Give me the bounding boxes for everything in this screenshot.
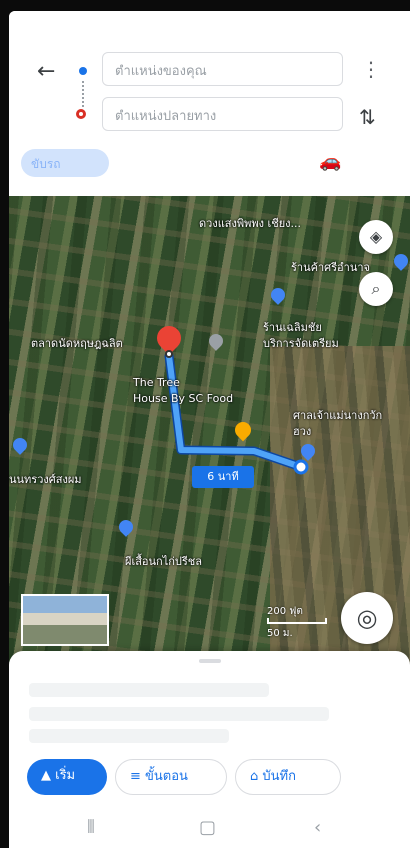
street-view-thumbnail[interactable] [21,594,109,646]
swap-vert-icon[interactable]: ⇅ [359,105,376,129]
back-arrow-icon[interactable]: ← [37,59,55,84]
route-path [166,353,304,470]
summary-line-1 [29,683,269,697]
route-origin-marker [293,459,309,475]
map-label-top[interactable]: ดวงแสงพิพพง เชียง... [199,214,301,232]
car-icon[interactable]: 🚗 [319,151,341,172]
route-connector [82,81,86,107]
summary-line-3 [29,729,229,743]
save-button[interactable]: ⌂ บันทึก [235,759,341,795]
origin-dot-icon [79,67,87,75]
my-location-icon[interactable]: ◎ [341,592,393,644]
home-icon[interactable]: ▢ [199,817,216,838]
start-button[interactable]: ▲ เริ่ม [27,759,107,795]
map-label-bottom-place[interactable]: ผีเสื้อนกไก่ปรีชล [125,552,202,570]
map-label-tree-house-2[interactable]: House By SC Food [133,392,233,405]
map-label-right-place-2[interactable]: ฮวง [293,422,311,440]
map-label-mid-left[interactable]: นนทรวงศ์สงผม [9,470,82,488]
layers-icon[interactable]: ◈ [359,220,393,254]
travel-mode-row: ขับรถ 🚗 [9,141,410,185]
scale-label-top: 200 ฟุต [267,606,303,617]
steps-button[interactable]: ≡ ขั้นตอน [115,759,227,795]
destination-field[interactable]: ตำแหน่งปลายทาง [102,97,343,131]
satellite-map[interactable]: ดวงแสงพิพพง เชียง... ร้านค้าศรีอำนาจ ร้า… [9,196,410,668]
sheet-drag-handle[interactable] [199,659,221,663]
route-header: ← ตำแหน่งของคุณ ตำแหน่งปลายทาง ⋮ ⇅ ขับรถ… [9,11,410,196]
back-icon[interactable]: ‹ [314,817,321,838]
map-label-restaurant-2[interactable]: บริการจัดเตรียม [263,334,339,352]
summary-line-2 [29,707,329,721]
scale-label-bottom: 50 ม. [267,628,293,639]
map-label-left-place[interactable]: ตลาดนัดหฤษฎฉลิต [31,334,123,352]
scale-bar [267,618,327,624]
route-duration-label[interactable]: 6 นาที [192,466,254,488]
system-nav-bar: ⦀ ▢ ‹ [9,811,410,848]
map-label-tree-house-1[interactable]: The Tree [133,376,180,389]
more-vert-icon[interactable]: ⋮ [361,57,381,81]
drive-mode-chip[interactable]: ขับรถ [21,149,109,177]
search-icon[interactable]: ⌕ [359,272,393,306]
recent-apps-icon[interactable]: ⦀ [87,817,95,838]
map-label-store[interactable]: ร้านค้าศรีอำนาจ [291,258,370,276]
phone-screen: ← ตำแหน่งของคุณ ตำแหน่งปลายทาง ⋮ ⇅ ขับรถ… [9,11,410,848]
origin-field[interactable]: ตำแหน่งของคุณ [102,52,343,86]
destination-dot-icon [76,109,86,119]
destination-pin-base [165,350,173,358]
